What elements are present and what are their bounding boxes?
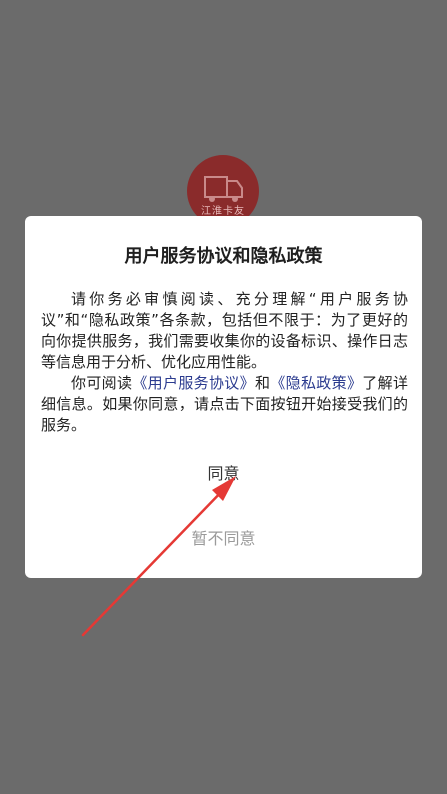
agree-button[interactable]: 同意 [25, 460, 422, 486]
dialog-body: 请你务必审慎阅读、充分理解“用户服务协议”和“隐私政策”各条款，包括但不限于：为… [41, 289, 408, 436]
paragraph-2-prefix: 你可阅读 [71, 374, 133, 392]
privacy-dialog: 用户服务协议和隐私政策 请你务必审慎阅读、充分理解“用户服务协议”和“隐私政策”… [25, 216, 422, 578]
paragraph-2: 你可阅读《用户服务协议》和《隐私政策》了解详细信息。如果你同意，请点击下面按钮开… [41, 373, 408, 436]
service-agreement-link[interactable]: 《用户服务协议》 [132, 374, 255, 392]
paragraph-1: 请你务必审慎阅读、充分理解“用户服务协议”和“隐私政策”各条款，包括但不限于：为… [41, 290, 408, 371]
disagree-button[interactable]: 暂不同意 [25, 525, 422, 551]
privacy-policy-link[interactable]: 《隐私政策》 [270, 374, 362, 392]
dialog-title: 用户服务协议和隐私政策 [124, 246, 323, 267]
paragraph-2-and: 和 [254, 374, 271, 392]
logo-text: 江淮卡友 [201, 206, 245, 217]
